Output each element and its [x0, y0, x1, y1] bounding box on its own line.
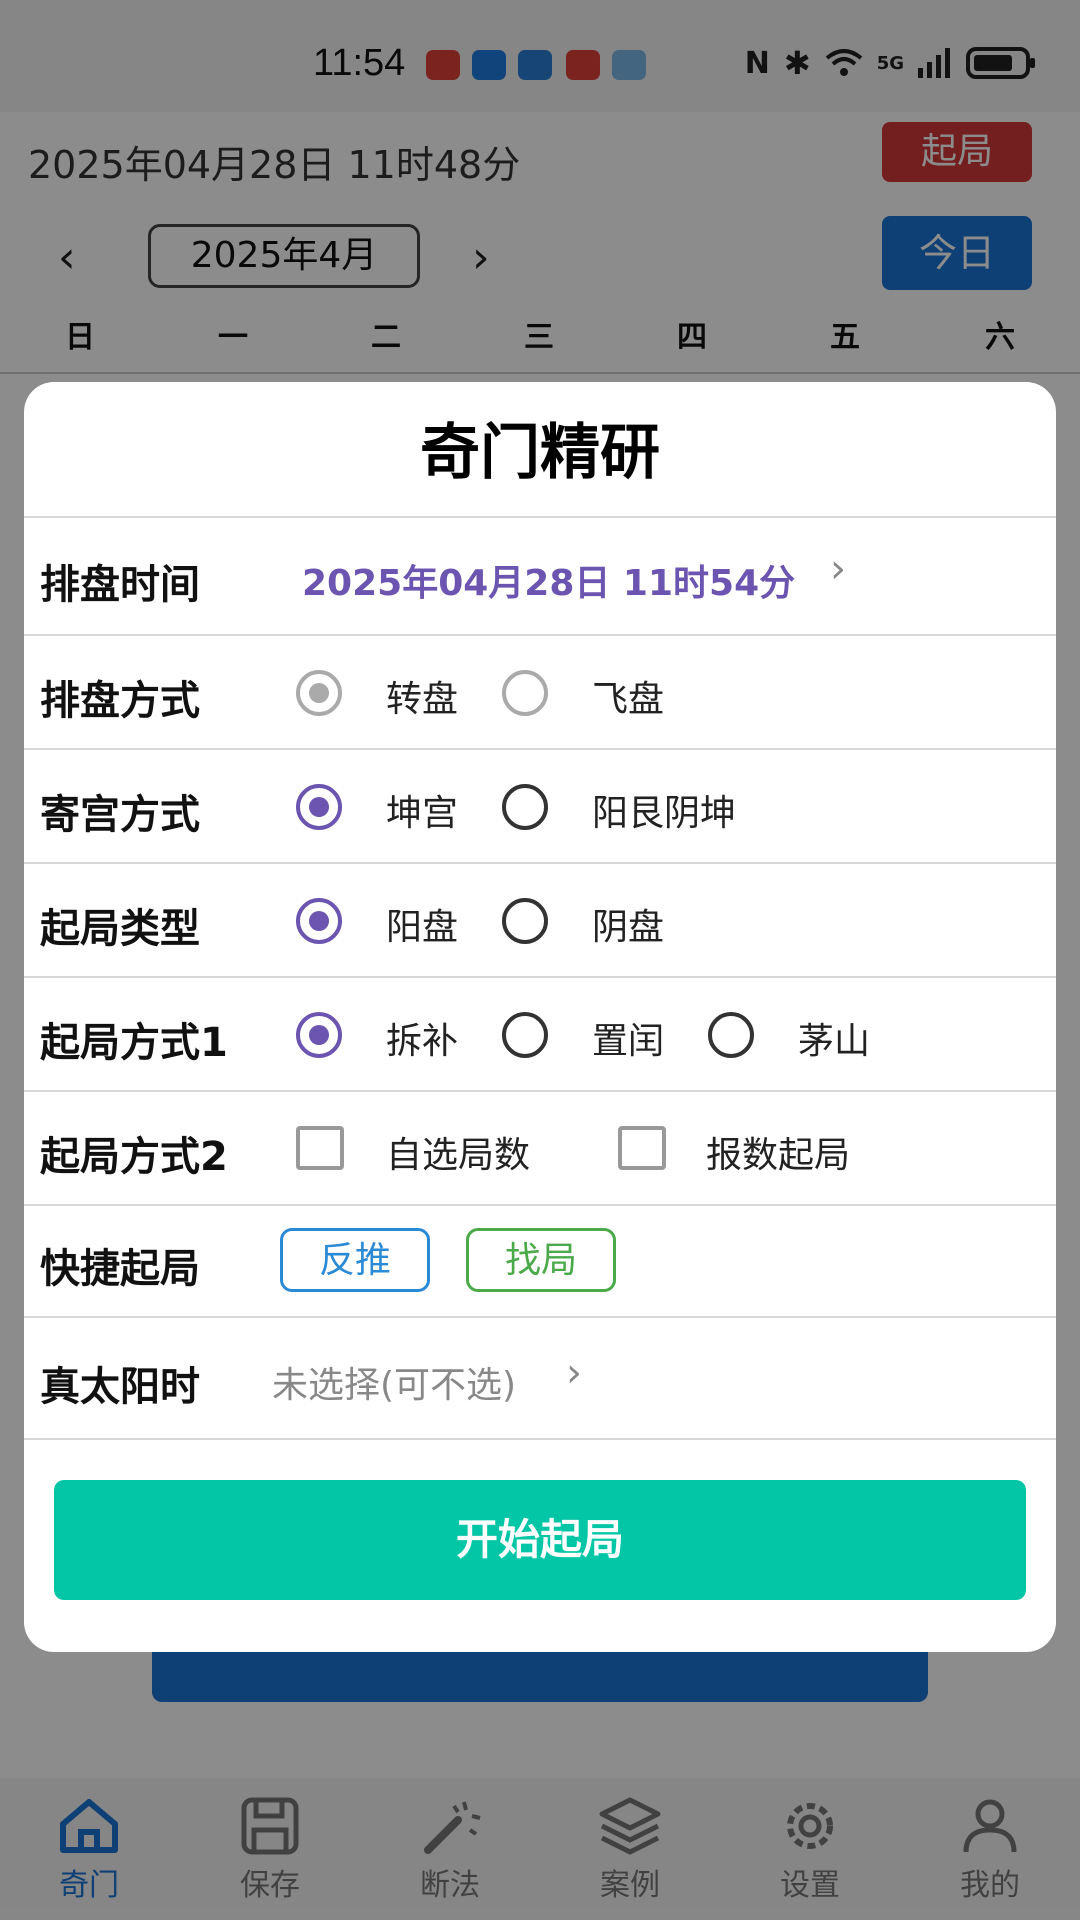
time-row[interactable]: 排盘时间 2025年04月28日 11时54分 › [24, 516, 1056, 636]
option-feipan[interactable]: 飞盘 [592, 670, 664, 722]
radio-yinpan[interactable] [502, 898, 548, 944]
qimen-dialog: 奇门精研 排盘时间 2025年04月28日 11时54分 › 排盘方式 转盘 飞… [24, 382, 1056, 1652]
option-yangpan[interactable]: 阳盘 [386, 898, 458, 950]
way2-label: 起局方式2 [40, 1134, 228, 1180]
quick-label: 快捷起局 [40, 1246, 200, 1292]
radio-chaibu[interactable] [296, 1012, 342, 1058]
option-baoshu[interactable]: 报数起局 [706, 1126, 850, 1178]
way2-row: 起局方式2 自选局数 报数起局 [24, 1090, 1056, 1206]
method-row: 排盘方式 转盘 飞盘 [24, 634, 1056, 750]
divider [24, 1438, 1056, 1440]
zhaoju-button[interactable]: 找局 [466, 1228, 616, 1292]
palace-label: 寄宫方式 [40, 792, 200, 838]
way1-row: 起局方式1 拆补 置闰 茅山 [24, 976, 1056, 1092]
radio-feipan[interactable] [502, 670, 548, 716]
radio-maoshan[interactable] [708, 1012, 754, 1058]
type-row: 起局类型 阳盘 阴盘 [24, 862, 1056, 978]
option-zhuanpan[interactable]: 转盘 [386, 670, 458, 722]
quick-row: 快捷起局 反推 找局 [24, 1204, 1056, 1318]
radio-kungong[interactable] [296, 784, 342, 830]
method-label: 排盘方式 [40, 678, 200, 724]
way1-label: 起局方式1 [40, 1020, 228, 1066]
option-zhirun[interactable]: 置闰 [592, 1012, 664, 1064]
checkbox-baoshu[interactable] [618, 1126, 666, 1170]
time-label: 排盘时间 [40, 562, 200, 608]
option-kungong[interactable]: 坤宫 [386, 784, 458, 836]
solar-label: 真太阳时 [40, 1364, 200, 1410]
radio-yangpan[interactable] [296, 898, 342, 944]
palace-row: 寄宫方式 坤宫 阳艮阴坤 [24, 748, 1056, 864]
type-label: 起局类型 [40, 906, 200, 952]
fantui-button[interactable]: 反推 [280, 1228, 430, 1292]
radio-zhuanpan[interactable] [296, 670, 342, 716]
checkbox-zixuan[interactable] [296, 1126, 344, 1170]
option-zixuan[interactable]: 自选局数 [386, 1126, 530, 1178]
option-maoshan[interactable]: 茅山 [798, 1012, 870, 1064]
solar-row[interactable]: 真太阳时 未选择(可不选) › [24, 1316, 1056, 1440]
radio-yanggen[interactable] [502, 784, 548, 830]
option-yanggen[interactable]: 阳艮阴坤 [592, 784, 736, 836]
start-button[interactable]: 开始起局 [54, 1480, 1026, 1600]
chevron-right-icon: › [830, 546, 846, 592]
radio-zhirun[interactable] [502, 1012, 548, 1058]
time-value[interactable]: 2025年04月28日 11时54分 [302, 554, 795, 606]
dialog-title: 奇门精研 [420, 418, 660, 488]
option-yinpan[interactable]: 阴盘 [592, 898, 664, 950]
chevron-right-icon: › [566, 1350, 582, 1396]
option-chaibu[interactable]: 拆补 [386, 1012, 458, 1064]
solar-value[interactable]: 未选择(可不选) [272, 1356, 516, 1408]
